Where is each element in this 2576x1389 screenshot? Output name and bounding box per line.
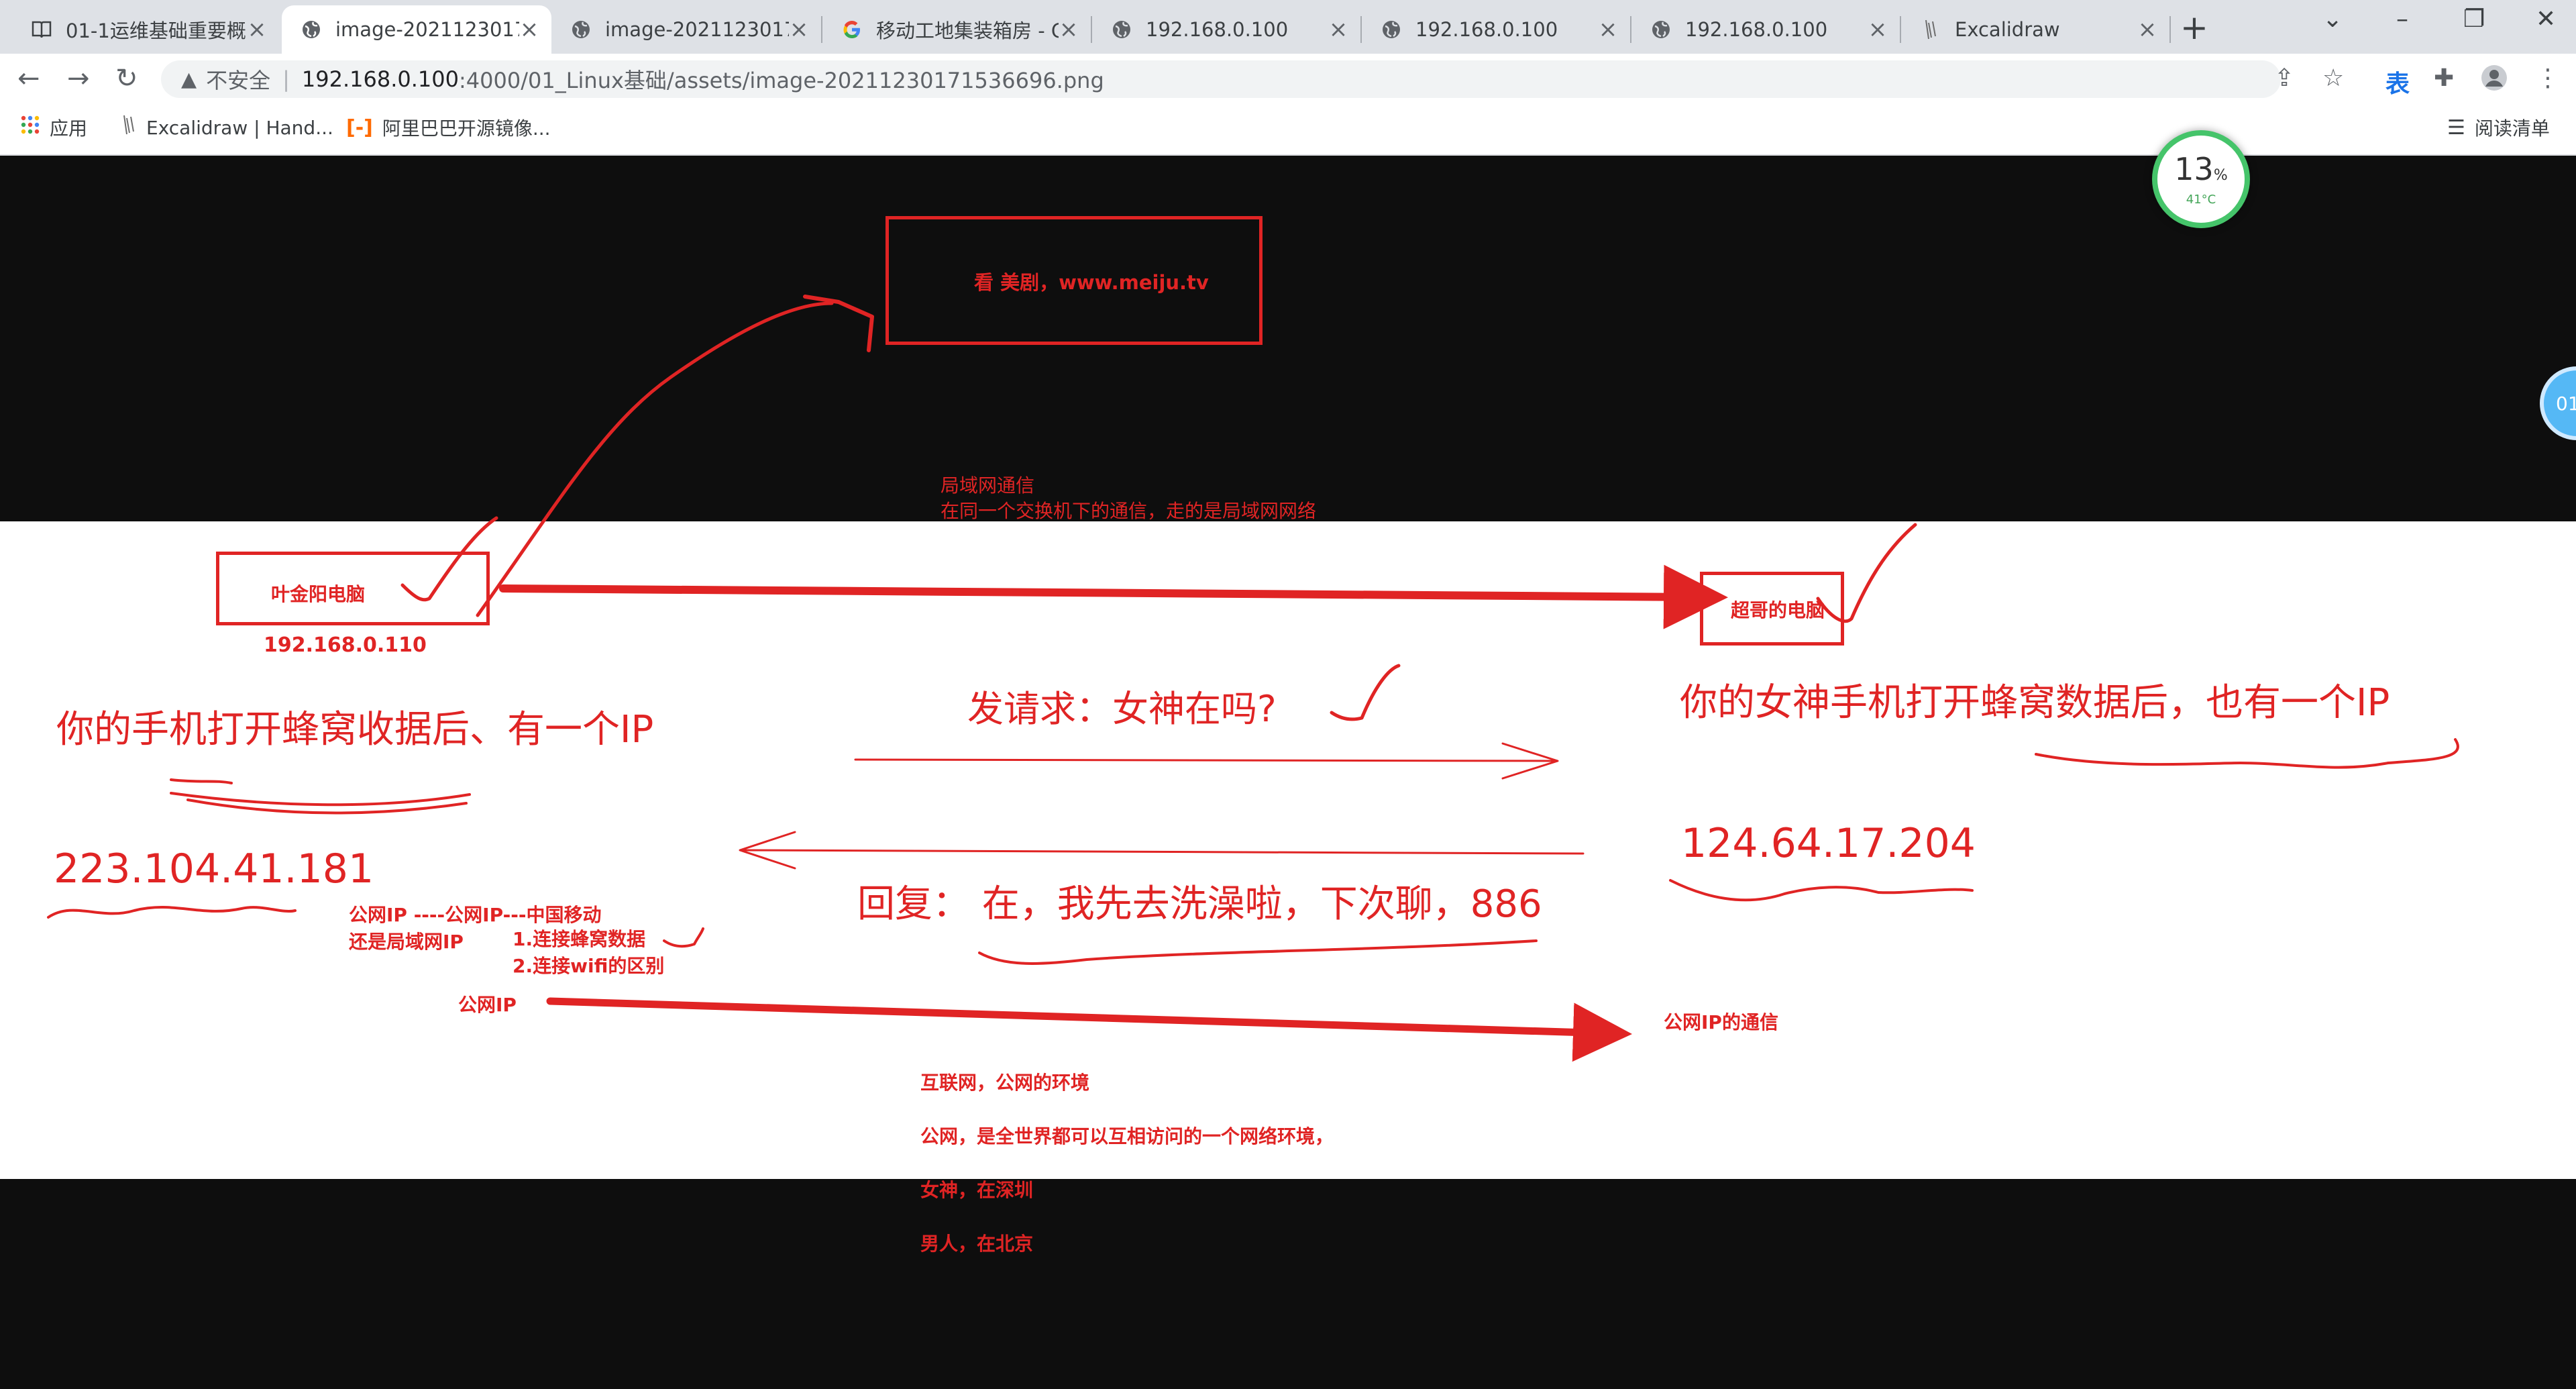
lan-desc: 在同一个交换机下的通信，走的是局域网网络 [941, 500, 1317, 522]
globe-icon [570, 19, 592, 40]
underline-phone-left-3 [186, 799, 468, 815]
request-text: 发请求：女神在吗? [967, 688, 1277, 730]
globe-icon [1381, 19, 1402, 40]
tab-close-icon[interactable]: × [519, 16, 539, 43]
underline-phone-left-2 [170, 792, 471, 807]
tab-strip: 01-1运维基础重要概 × image-2021123017 × image-2… [0, 0, 2576, 54]
back-arrow-icon[interactable]: ← [17, 63, 40, 94]
diff-line-1: 1.连接蜂窝数据 [513, 928, 646, 950]
reply-arrow-shaft [740, 849, 1585, 855]
browser-toolbar: ← → ↻ ▲ 不安全 | 192.168.0.100:4000/01_Linu… [0, 54, 2576, 105]
phone-left-text: 你的手机打开蜂窝收据后、有一个IP [56, 708, 654, 752]
extensions-puzzle-icon[interactable]: ✚ [2434, 64, 2454, 92]
reading-list[interactable]: ☰ 阅读清单 [2447, 114, 2550, 141]
phone-right-text: 你的女神手机打开蜂窝数据后，也有一个IP [1680, 681, 2390, 725]
check-request [1330, 664, 1401, 721]
extension-zhuan-icon[interactable]: 表 [2385, 64, 2410, 99]
tab-2[interactable]: image-2021123017 × [282, 5, 551, 54]
internet-line-1: 互联网，公网的环境 [920, 1072, 1090, 1094]
tab-search-icon[interactable]: ⌄ [2322, 5, 2343, 33]
diff-line-2: 2.连接wifi的区别 [513, 955, 665, 977]
image-viewport: 看 美剧，www.meiju.tv 局域网通信 在同一个交换机下的通信，走的是局… [0, 156, 2576, 1389]
globe-icon [1111, 19, 1132, 40]
lan-arrow [499, 564, 1728, 629]
tab-3[interactable]: image-2021123017 × [551, 5, 821, 54]
tab-close-icon[interactable]: × [1328, 16, 1348, 43]
excalidraw-icon [121, 114, 137, 141]
tab-5[interactable]: 192.168.0.100 × [1092, 5, 1360, 54]
tab-close-icon[interactable]: × [247, 16, 267, 43]
reply-text: 回复： 在，我先去洗澡啦，下次聊，886 [857, 882, 1542, 926]
menu-kebab-icon[interactable]: ⋮ [2536, 64, 2560, 92]
lan-title: 局域网通信 [941, 474, 1035, 497]
close-window-icon[interactable]: ✕ [2536, 5, 2556, 33]
left-pc-ip: 192.168.0.110 [264, 633, 427, 657]
ip-left: 223.104.41.181 [54, 845, 374, 892]
excalidraw-icon [1920, 19, 1941, 40]
public-ip-note-2: 还是局域网IP [349, 931, 464, 953]
side-bubble-label: 01 [2556, 392, 2576, 415]
aliyun-icon: [-] [346, 115, 373, 140]
url-host: 192.168.0.100 [301, 66, 459, 92]
underline-phone-right [2035, 738, 2459, 769]
bookmark-apps[interactable]: 应用 [20, 114, 87, 141]
public-ip-note-1: 公网IP ----公网IP---中国移动 [349, 904, 602, 926]
security-label[interactable]: 不安全 [206, 64, 270, 95]
perf-unit: % [2213, 166, 2228, 184]
tab-6[interactable]: 192.168.0.100 × [1362, 5, 1630, 54]
perf-temp: 41°C [2186, 192, 2216, 207]
bookmark-star-icon[interactable]: ☆ [2322, 64, 2344, 92]
address-bar[interactable]: ▲ 不安全 | 192.168.0.100:4000/01_Linux基础/as… [161, 60, 2281, 98]
internet-line-2: 公网，是全世界都可以互相访问的一个网络环境， [920, 1125, 1334, 1147]
performance-widget[interactable]: 13% 41°C [2152, 130, 2250, 228]
meiju-text: 看 美剧，www.meiju.tv [974, 271, 1209, 294]
underline-phone-left-1 [170, 778, 233, 784]
url-path: :4000/01_Linux基础/assets/image-2021123017… [458, 68, 1104, 93]
request-arrow-shaft [854, 758, 1558, 762]
minimize-icon[interactable]: – [2396, 5, 2408, 33]
underline-ip-right [1669, 879, 1974, 902]
reload-icon[interactable]: ↻ [115, 63, 138, 94]
public-arrow [546, 997, 1632, 1062]
left-pc-label: 叶金阳电脑 [271, 583, 366, 605]
check-diff [663, 927, 704, 948]
tab-close-icon[interactable]: × [2137, 16, 2157, 43]
curve-to-meiju [476, 301, 834, 617]
public-ip-comm: 公网IP的通信 [1664, 1011, 1778, 1033]
tab-1[interactable]: 01-1运维基础重要概 × [12, 5, 279, 54]
address-separator: | [282, 66, 290, 92]
tab-close-icon[interactable]: × [789, 16, 809, 43]
bookmark-excalidraw[interactable]: Excalidraw | Hand... [121, 114, 333, 141]
annotation-ink [47, 295, 2459, 1062]
new-tab-button[interactable]: + [2180, 8, 2208, 47]
share-icon[interactable]: ⇪ [2274, 64, 2294, 92]
internet-line-4: 男人，在北京 [920, 1233, 1034, 1255]
tab-7[interactable]: 192.168.0.100 × [1631, 5, 1900, 54]
tab-4[interactable]: 移动工地集装箱房 - G × [822, 5, 1091, 54]
globe-icon [1650, 19, 1672, 40]
tab-close-icon[interactable]: × [1598, 16, 1618, 43]
perf-value: 13 [2174, 150, 2214, 187]
right-pc-label: 超哥的电脑 [1731, 599, 1825, 621]
tab-8[interactable]: Excalidraw × [1901, 5, 2169, 54]
tab-close-icon[interactable]: × [1059, 16, 1079, 43]
tab-close-icon[interactable]: × [1868, 16, 1888, 43]
underline-reply [978, 939, 1538, 965]
google-icon [841, 19, 863, 40]
warning-icon[interactable]: ▲ [181, 68, 197, 91]
bookmark-aliyun-mirror[interactable]: [-] 阿里巴巴开源镜像... [346, 114, 551, 141]
tab-separator [2169, 16, 2171, 43]
globe-icon [301, 19, 322, 40]
restore-icon[interactable]: ❐ [2463, 5, 2485, 33]
apps-grid-icon [20, 115, 40, 140]
underline-ip-left [47, 906, 297, 919]
book-icon [31, 19, 52, 40]
internet-line-3: 女神，在深圳 [920, 1179, 1034, 1201]
reading-list-icon: ☰ [2447, 115, 2465, 140]
public-ip-label: 公网IP [458, 994, 517, 1016]
profile-avatar-icon[interactable] [2481, 64, 2508, 97]
ip-right: 124.64.17.204 [1681, 820, 1976, 867]
forward-arrow-icon[interactable]: → [67, 63, 90, 94]
